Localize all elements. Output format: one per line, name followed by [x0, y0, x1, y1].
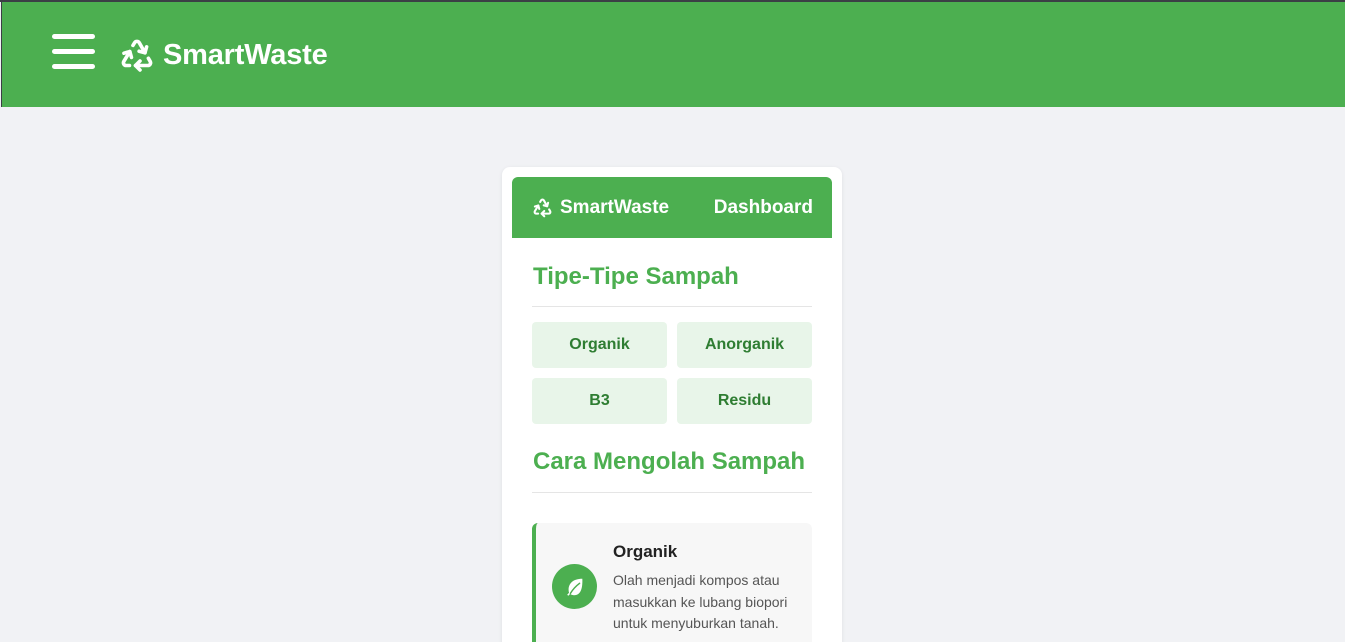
- hamburger-line: [52, 49, 95, 54]
- hamburger-menu-icon[interactable]: [52, 33, 95, 71]
- top-navbar: SmartWaste: [1, 2, 1345, 107]
- mobile-preview-card: SmartWaste Dashboard Tipe-Tipe Sampah Or…: [502, 167, 842, 642]
- section-divider: [532, 492, 812, 493]
- hamburger-line: [52, 34, 95, 39]
- processing-item-organik: Organik Olah menjadi kompos atau masukka…: [532, 523, 812, 642]
- card-brand-name: SmartWaste: [560, 196, 670, 218]
- processing-item-title: Organik: [613, 542, 678, 561]
- waste-types-title: Tipe-Tipe Sampah: [533, 263, 739, 290]
- type-button-organik[interactable]: Organik: [532, 322, 667, 368]
- card-header: SmartWaste Dashboard: [512, 177, 832, 238]
- type-button-b3[interactable]: B3: [532, 378, 667, 424]
- leaf-icon-badge: [552, 564, 597, 609]
- type-button-anorganik[interactable]: Anorganik: [677, 322, 812, 368]
- dashboard-link[interactable]: Dashboard: [714, 197, 813, 219]
- navbar-brand[interactable]: SmartWaste: [119, 36, 328, 74]
- hamburger-line: [52, 64, 95, 69]
- processing-item-description: Olah menjadi kompos atau masukkan ke lub…: [613, 572, 788, 631]
- processing-title: Cara Mengolah Sampah: [533, 448, 806, 475]
- recycle-icon: [121, 39, 153, 72]
- type-button-residu[interactable]: Residu: [677, 378, 812, 424]
- section-divider: [532, 306, 812, 307]
- recycle-icon: [533, 198, 552, 218]
- card-brand[interactable]: SmartWaste: [532, 197, 669, 219]
- leaf-icon: [566, 578, 582, 596]
- brand-name: SmartWaste: [163, 38, 328, 71]
